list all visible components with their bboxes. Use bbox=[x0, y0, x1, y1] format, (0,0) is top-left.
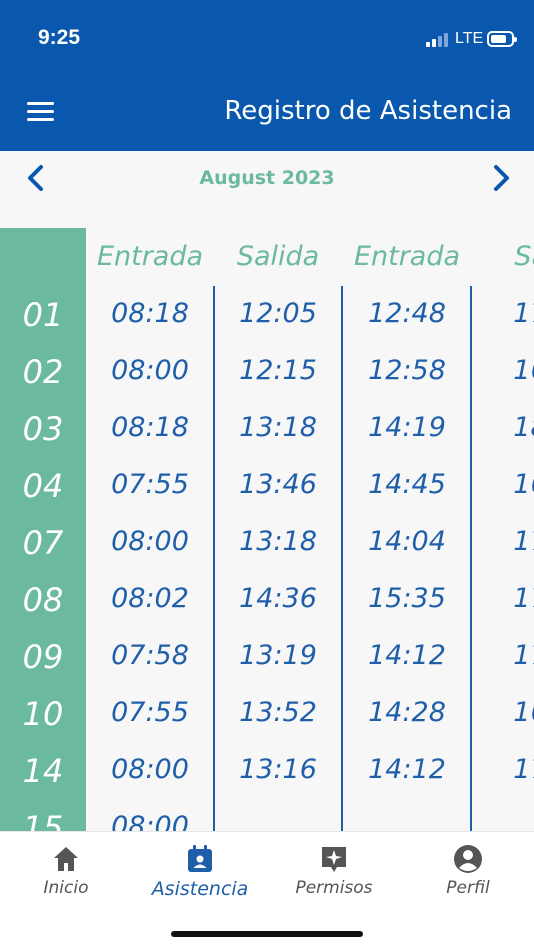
time-cell: 12:15 bbox=[239, 355, 317, 386]
star-badge-icon bbox=[322, 847, 346, 872]
time-cell: 14:12 bbox=[368, 754, 446, 785]
tab-inicio[interactable]: Inicio bbox=[1, 844, 131, 898]
time-cell: 08:02 bbox=[111, 583, 189, 614]
time-cell: 16: bbox=[513, 469, 534, 500]
time-cell: 08:00 bbox=[111, 526, 189, 557]
time-cell: 12:58 bbox=[368, 355, 446, 386]
time-cell: 07:55 bbox=[111, 469, 189, 500]
hamburger-menu-icon[interactable] bbox=[27, 100, 55, 124]
next-month-button[interactable] bbox=[486, 163, 516, 193]
app-header: Registro de Asistencia bbox=[0, 80, 534, 151]
time-cell: 16: bbox=[513, 697, 534, 728]
day-column: 01 02 03 04 07 08 09 10 14 15 bbox=[0, 228, 86, 831]
chevron-right-icon bbox=[494, 165, 509, 191]
time-cell: 16: bbox=[513, 355, 534, 386]
time-cell: 12:05 bbox=[239, 298, 317, 329]
time-cell: 17: bbox=[513, 583, 534, 614]
calendar-icon bbox=[188, 845, 212, 872]
day-label: 03 bbox=[22, 410, 64, 448]
tab-perfil[interactable]: Perfil bbox=[403, 844, 533, 898]
time-cell: 13:52 bbox=[239, 697, 317, 728]
time-cell: 14:04 bbox=[368, 526, 446, 557]
time-cell: 14:28 bbox=[368, 697, 446, 728]
time-cell: 17: bbox=[513, 298, 534, 329]
time-cell: 14:36 bbox=[239, 583, 317, 614]
signal-icon bbox=[426, 33, 450, 47]
time-cell: 14:12 bbox=[368, 640, 446, 671]
time-cell: 17: bbox=[513, 640, 534, 671]
day-label: 02 bbox=[22, 353, 64, 391]
tab-label: Perfil bbox=[446, 878, 490, 898]
column-header: Entrada bbox=[96, 241, 204, 272]
home-indicator bbox=[171, 931, 363, 937]
day-label: 08 bbox=[22, 581, 64, 619]
time-cell: 12:48 bbox=[368, 298, 446, 329]
day-label: 01 bbox=[22, 296, 64, 334]
tab-label: Inicio bbox=[43, 878, 89, 898]
day-label: 14 bbox=[22, 752, 64, 790]
time-cell: 08:18 bbox=[111, 412, 189, 443]
tab-label: Asistencia bbox=[151, 878, 249, 900]
column-header: Sal bbox=[514, 241, 534, 272]
status-bar: 9:25 LTE bbox=[0, 0, 534, 80]
user-circle-icon bbox=[454, 845, 482, 873]
time-cell: 08:00 bbox=[111, 811, 189, 831]
day-label: 07 bbox=[22, 524, 64, 562]
time-cell: 13:16 bbox=[239, 754, 317, 785]
time-cell: 13:46 bbox=[239, 469, 317, 500]
time-cell: 08:00 bbox=[111, 754, 189, 785]
tab-permisos[interactable]: Permisos bbox=[269, 844, 399, 898]
time-cell: 14:45 bbox=[368, 469, 446, 500]
time-cell: 07:58 bbox=[111, 640, 189, 671]
tab-asistencia[interactable]: Asistencia bbox=[135, 844, 265, 900]
day-label: 09 bbox=[22, 638, 64, 676]
time-cell: 17: bbox=[513, 526, 534, 557]
column-header: Salida bbox=[236, 241, 320, 272]
time-cell: 17: bbox=[513, 754, 534, 785]
time-cell: 15:35 bbox=[368, 583, 446, 614]
battery-icon bbox=[487, 31, 517, 47]
status-time: 9:25 bbox=[38, 26, 81, 49]
time-cell: 08:18 bbox=[111, 298, 189, 329]
home-icon bbox=[54, 847, 78, 871]
month-label: August 2023 bbox=[199, 167, 335, 189]
day-label: 15 bbox=[22, 809, 64, 831]
time-cell: 13:18 bbox=[239, 526, 317, 557]
page-title: Registro de Asistencia bbox=[224, 96, 512, 126]
time-cell: 13:18 bbox=[239, 412, 317, 443]
day-label: 10 bbox=[22, 695, 64, 733]
attendance-table[interactable]: 01 02 03 04 07 08 09 10 14 15 Entrada Salida Entrad… bbox=[0, 228, 534, 831]
time-cell: 07:55 bbox=[111, 697, 189, 728]
network-label: LTE bbox=[455, 30, 484, 47]
time-cell: 08:00 bbox=[111, 355, 189, 386]
column-header: Entrada bbox=[353, 241, 461, 272]
time-cell: 13:19 bbox=[239, 640, 317, 671]
time-cell: 14:19 bbox=[368, 412, 446, 443]
month-navigation: August 2023 bbox=[0, 151, 534, 228]
tab-label: Permisos bbox=[295, 878, 373, 898]
time-cell: 18: bbox=[513, 412, 534, 443]
day-label: 04 bbox=[22, 467, 64, 505]
